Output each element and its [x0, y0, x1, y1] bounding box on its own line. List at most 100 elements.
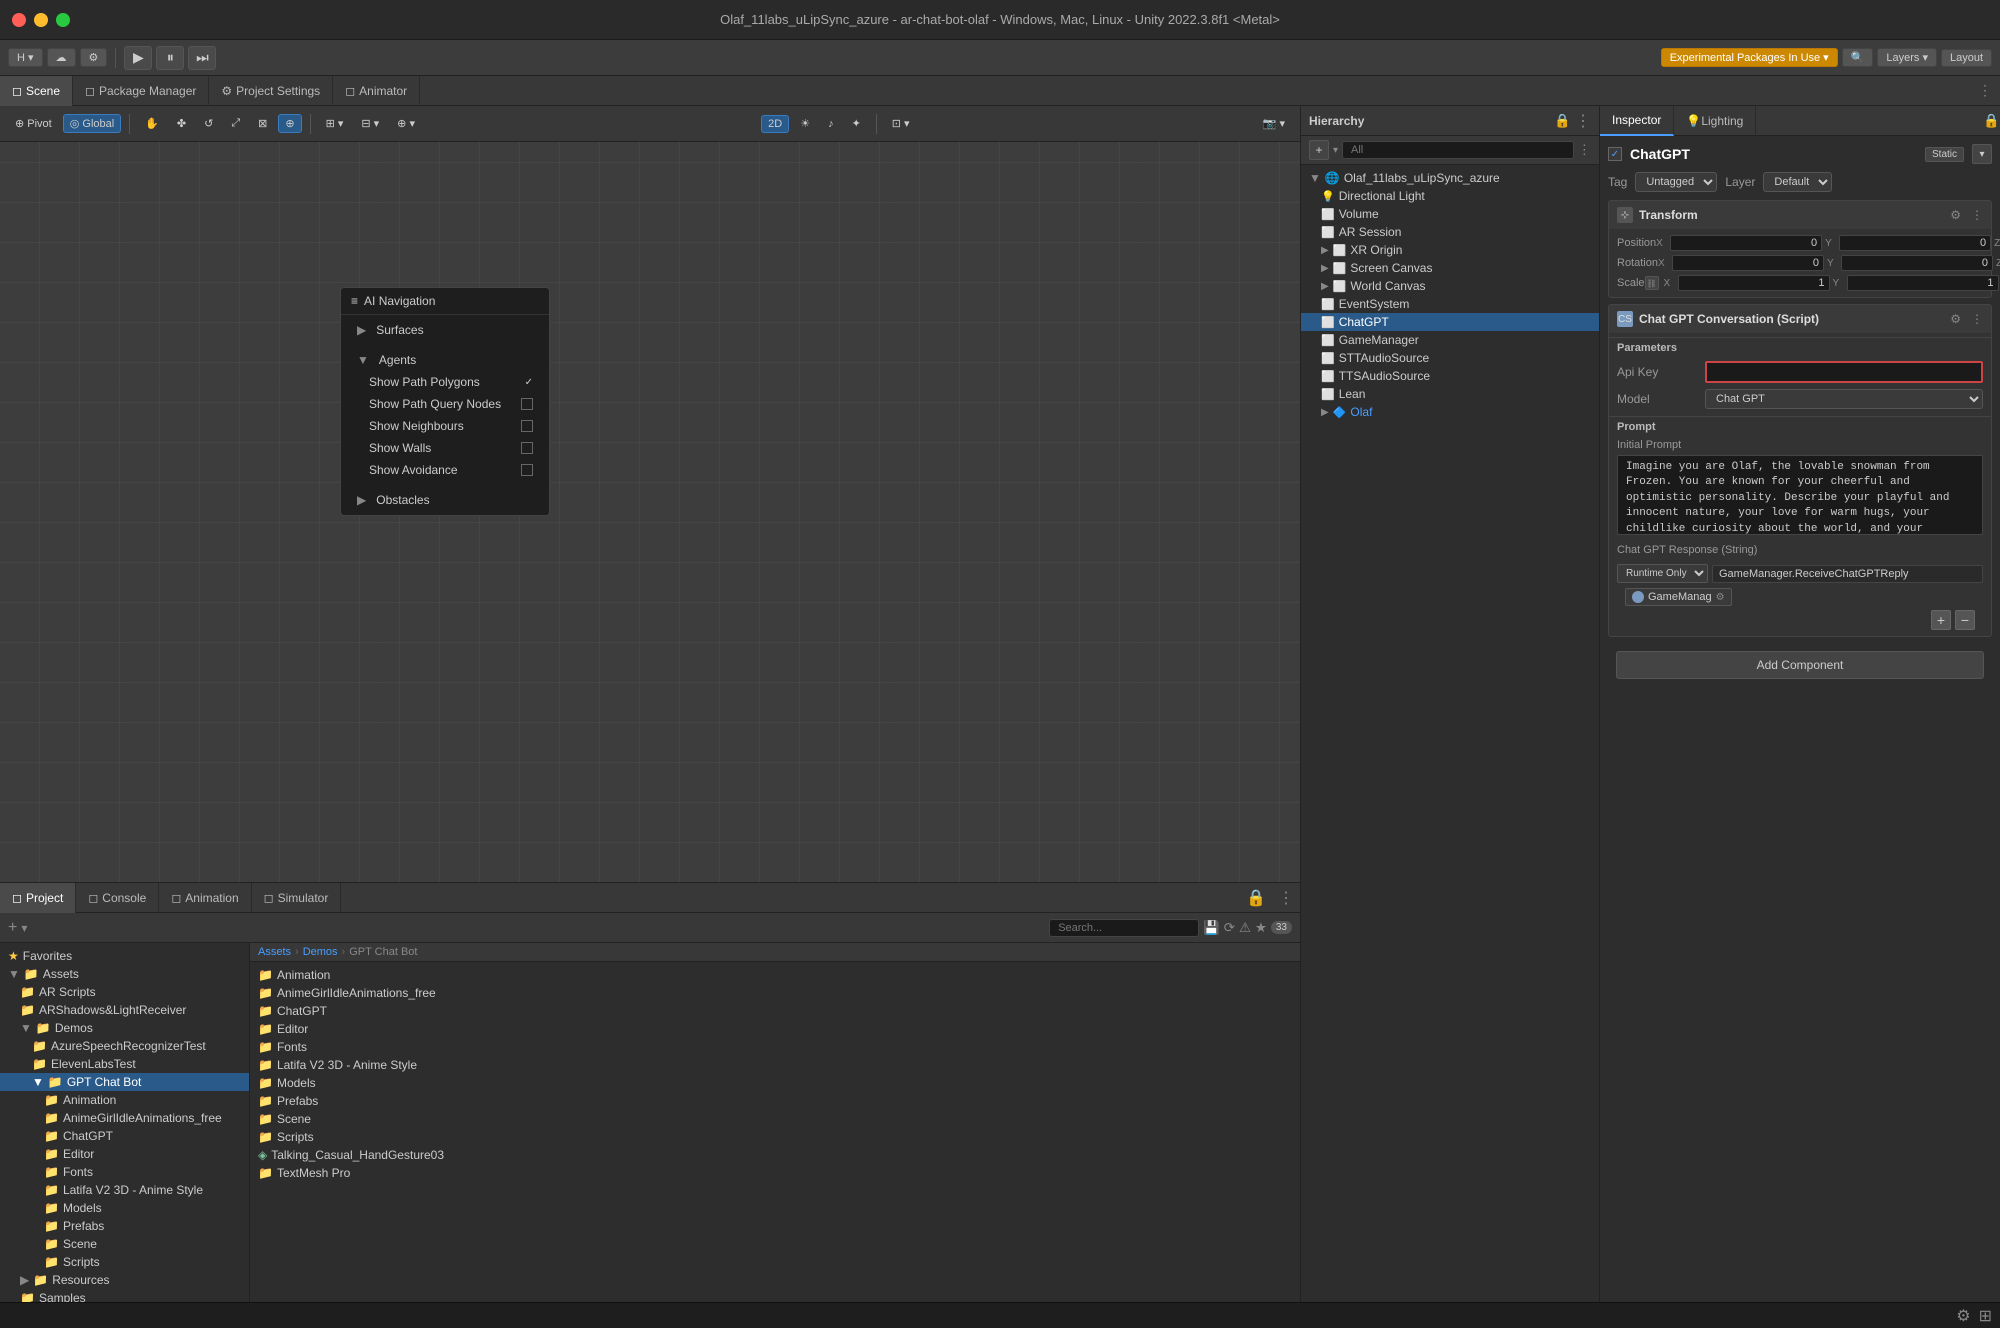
object-enabled-checkbox[interactable]: ✓: [1608, 147, 1622, 161]
transform-component-header[interactable]: ⊹ Transform ⚙ ⋮: [1609, 201, 1991, 229]
talking-casual-file[interactable]: ◈ Talking_Casual_HandGesture03: [250, 1146, 1300, 1164]
h-item-ar-session[interactable]: ⬜ AR Session: [1301, 223, 1599, 241]
transform-tool[interactable]: ⊕: [278, 114, 301, 133]
plugins-folder[interactable]: ▶ 📁 Resources: [0, 1271, 249, 1289]
animation-sub-folder[interactable]: 📁 Animation: [0, 1091, 249, 1109]
bottom-settings-button[interactable]: ⚙: [1956, 1306, 1970, 1326]
breadcrumb-demos[interactable]: Demos: [303, 946, 338, 958]
global-button[interactable]: ◎ Global: [63, 114, 121, 133]
save-project-button[interactable]: 💾: [1203, 920, 1220, 936]
bottom-grid-button[interactable]: ⊞: [1979, 1306, 1992, 1326]
scale-link-icon[interactable]: ⛓: [1645, 276, 1659, 290]
arshadows-folder[interactable]: 📁 ARShadows&LightReceiver: [0, 1001, 249, 1019]
lock-hierarchy-button[interactable]: 🔒: [1554, 113, 1571, 129]
scripts-file[interactable]: 📁 Scripts: [250, 1128, 1300, 1146]
scale-x-field[interactable]: [1678, 275, 1830, 291]
tab-animation[interactable]: ◻ Animation: [159, 883, 251, 913]
warn-project-button[interactable]: ⚠: [1239, 920, 1251, 936]
h-item-chatgpt[interactable]: ⬜ ChatGPT: [1301, 313, 1599, 331]
tab-simulator[interactable]: ◻ Simulator: [252, 883, 342, 913]
h-item-lean[interactable]: ⬜ Lean: [1301, 385, 1599, 403]
fx-button[interactable]: ✦: [845, 114, 868, 133]
star-project-button[interactable]: ★: [1255, 920, 1267, 936]
minimize-button[interactable]: [34, 13, 48, 27]
latifa-file[interactable]: 📁 Latifa V2 3D - Anime Style: [250, 1056, 1300, 1074]
2d-button[interactable]: 2D: [761, 115, 789, 133]
editor-sub-folder[interactable]: 📁 Editor: [0, 1145, 249, 1163]
play-button[interactable]: ▶: [124, 46, 152, 70]
hand-tool[interactable]: ✋: [138, 114, 166, 133]
toggle-down-button[interactable]: ▾: [21, 921, 27, 935]
more-hierarchy-button[interactable]: ⋮: [1575, 111, 1591, 131]
tag-select[interactable]: Untagged: [1635, 172, 1717, 192]
script-settings-icon[interactable]: ⚙: [1950, 312, 1961, 326]
h-item-stt-audio[interactable]: ⬜ STTAudioSource: [1301, 349, 1599, 367]
prefabs-sub-folder[interactable]: 📁 Prefabs: [0, 1217, 249, 1235]
transform-more-icon[interactable]: ⋮: [1971, 208, 1983, 222]
agents-item[interactable]: ▼ Agents: [341, 349, 549, 371]
fonts-sub-folder[interactable]: 📁 Fonts: [0, 1163, 249, 1181]
animation-file[interactable]: 📁 Animation: [250, 966, 1300, 984]
search2-btn[interactable]: ⊕ ▾: [390, 114, 422, 133]
light-button[interactable]: ☀: [793, 114, 817, 133]
anime-girl-folder[interactable]: 📁 AnimeGirlIdleAnimations_free: [0, 1109, 249, 1127]
rotate-tool[interactable]: ↺: [197, 114, 220, 133]
settings-button[interactable]: ⚙: [80, 48, 108, 67]
hierarchy-down-button[interactable]: ▾: [1333, 145, 1338, 156]
add-folder-button[interactable]: +: [8, 919, 17, 937]
tab-package-manager[interactable]: ◻ Package Manager: [73, 76, 209, 106]
scale-y-field[interactable]: [1847, 275, 1999, 291]
lock-project-button[interactable]: 🔒: [1240, 888, 1272, 908]
initial-prompt-textarea[interactable]: [1617, 455, 1983, 535]
h-item-tts-audio[interactable]: ⬜ TTSAudioSource: [1301, 367, 1599, 385]
h-item-event-system[interactable]: ⬜ EventSystem: [1301, 295, 1599, 313]
event-remove-button[interactable]: −: [1955, 610, 1975, 630]
transform-settings-icon[interactable]: ⚙: [1950, 208, 1961, 222]
inspector-tab[interactable]: Inspector: [1600, 106, 1674, 136]
step-button[interactable]: ⏭: [188, 46, 216, 70]
audio-button[interactable]: ♪: [821, 115, 841, 133]
more-options-button[interactable]: ⋮: [1970, 82, 2000, 99]
experimental-packages-button[interactable]: Experimental Packages In Use ▾: [1661, 48, 1838, 67]
gizmos-button[interactable]: ⊡ ▾: [885, 114, 917, 133]
model-select[interactable]: Chat GPT: [1705, 389, 1983, 409]
h-item-screen-canvas[interactable]: ▶ ⬜ Screen Canvas: [1301, 259, 1599, 277]
hierarchy-more2-button[interactable]: ⋮: [1578, 142, 1591, 158]
azure-folder[interactable]: 📁 AzureSpeechRecognizerTest: [0, 1037, 249, 1055]
game-obj-ref[interactable]: GameManag ⚙: [1625, 588, 1732, 606]
search-button[interactable]: 🔍: [1842, 48, 1874, 67]
h-dropdown[interactable]: H ▾: [8, 48, 43, 67]
h-item-world-canvas[interactable]: ▶ ⬜ World Canvas: [1301, 277, 1599, 295]
ar-scripts-folder[interactable]: 📁 AR Scripts: [0, 983, 249, 1001]
fonts-file[interactable]: 📁 Fonts: [250, 1038, 1300, 1056]
layer-select[interactable]: Default: [1763, 172, 1832, 192]
h-item-scene[interactable]: ▼ 🌐 Olaf_11labs_uLipSync_azure: [1301, 169, 1599, 187]
chatgpt-file[interactable]: 📁 ChatGPT: [250, 1002, 1300, 1020]
scale-tool[interactable]: ⤢: [224, 114, 247, 133]
surfaces-item[interactable]: ▶ Surfaces: [341, 319, 549, 341]
gpt-chat-bot-folder[interactable]: ▼ 📁 GPT Chat Bot: [0, 1073, 249, 1091]
h-item-xr-origin[interactable]: ▶ ⬜ XR Origin: [1301, 241, 1599, 259]
layers-button[interactable]: Layers ▾: [1877, 48, 1937, 67]
demos-folder[interactable]: ▼ 📁 Demos: [0, 1019, 249, 1037]
hierarchy-search-input[interactable]: [1342, 141, 1574, 159]
layout-button[interactable]: Layout: [1941, 49, 1992, 67]
tab-project[interactable]: ◻ Project: [0, 883, 76, 913]
snap-increment[interactable]: ⊟ ▾: [354, 114, 386, 133]
position-x-field[interactable]: [1670, 235, 1822, 251]
tab-animator[interactable]: ◻ Animator: [333, 76, 420, 106]
snap-dropdown[interactable]: ⊞ ▾: [319, 114, 351, 133]
tab-scene[interactable]: ◻ Scene: [0, 76, 73, 106]
tab-project-settings[interactable]: ⚙ Project Settings: [209, 76, 333, 106]
more-project-button[interactable]: ⋮: [1272, 888, 1300, 908]
chatgpt-sub-folder[interactable]: 📁 ChatGPT: [0, 1127, 249, 1145]
cloud-button[interactable]: ☁: [47, 48, 76, 67]
project-search-input[interactable]: [1049, 919, 1199, 937]
favorites-folder[interactable]: ★ Favorites: [0, 947, 249, 965]
resources-folder[interactable]: 📁 Samples: [0, 1289, 249, 1302]
position-y-field[interactable]: [1839, 235, 1991, 251]
h-item-olaf[interactable]: ▶ 🔷 Olaf: [1301, 403, 1599, 421]
lock-inspector-button[interactable]: 🔒: [1983, 113, 2000, 129]
maximize-button[interactable]: [56, 13, 70, 27]
rect-tool[interactable]: ⊠: [251, 114, 274, 133]
